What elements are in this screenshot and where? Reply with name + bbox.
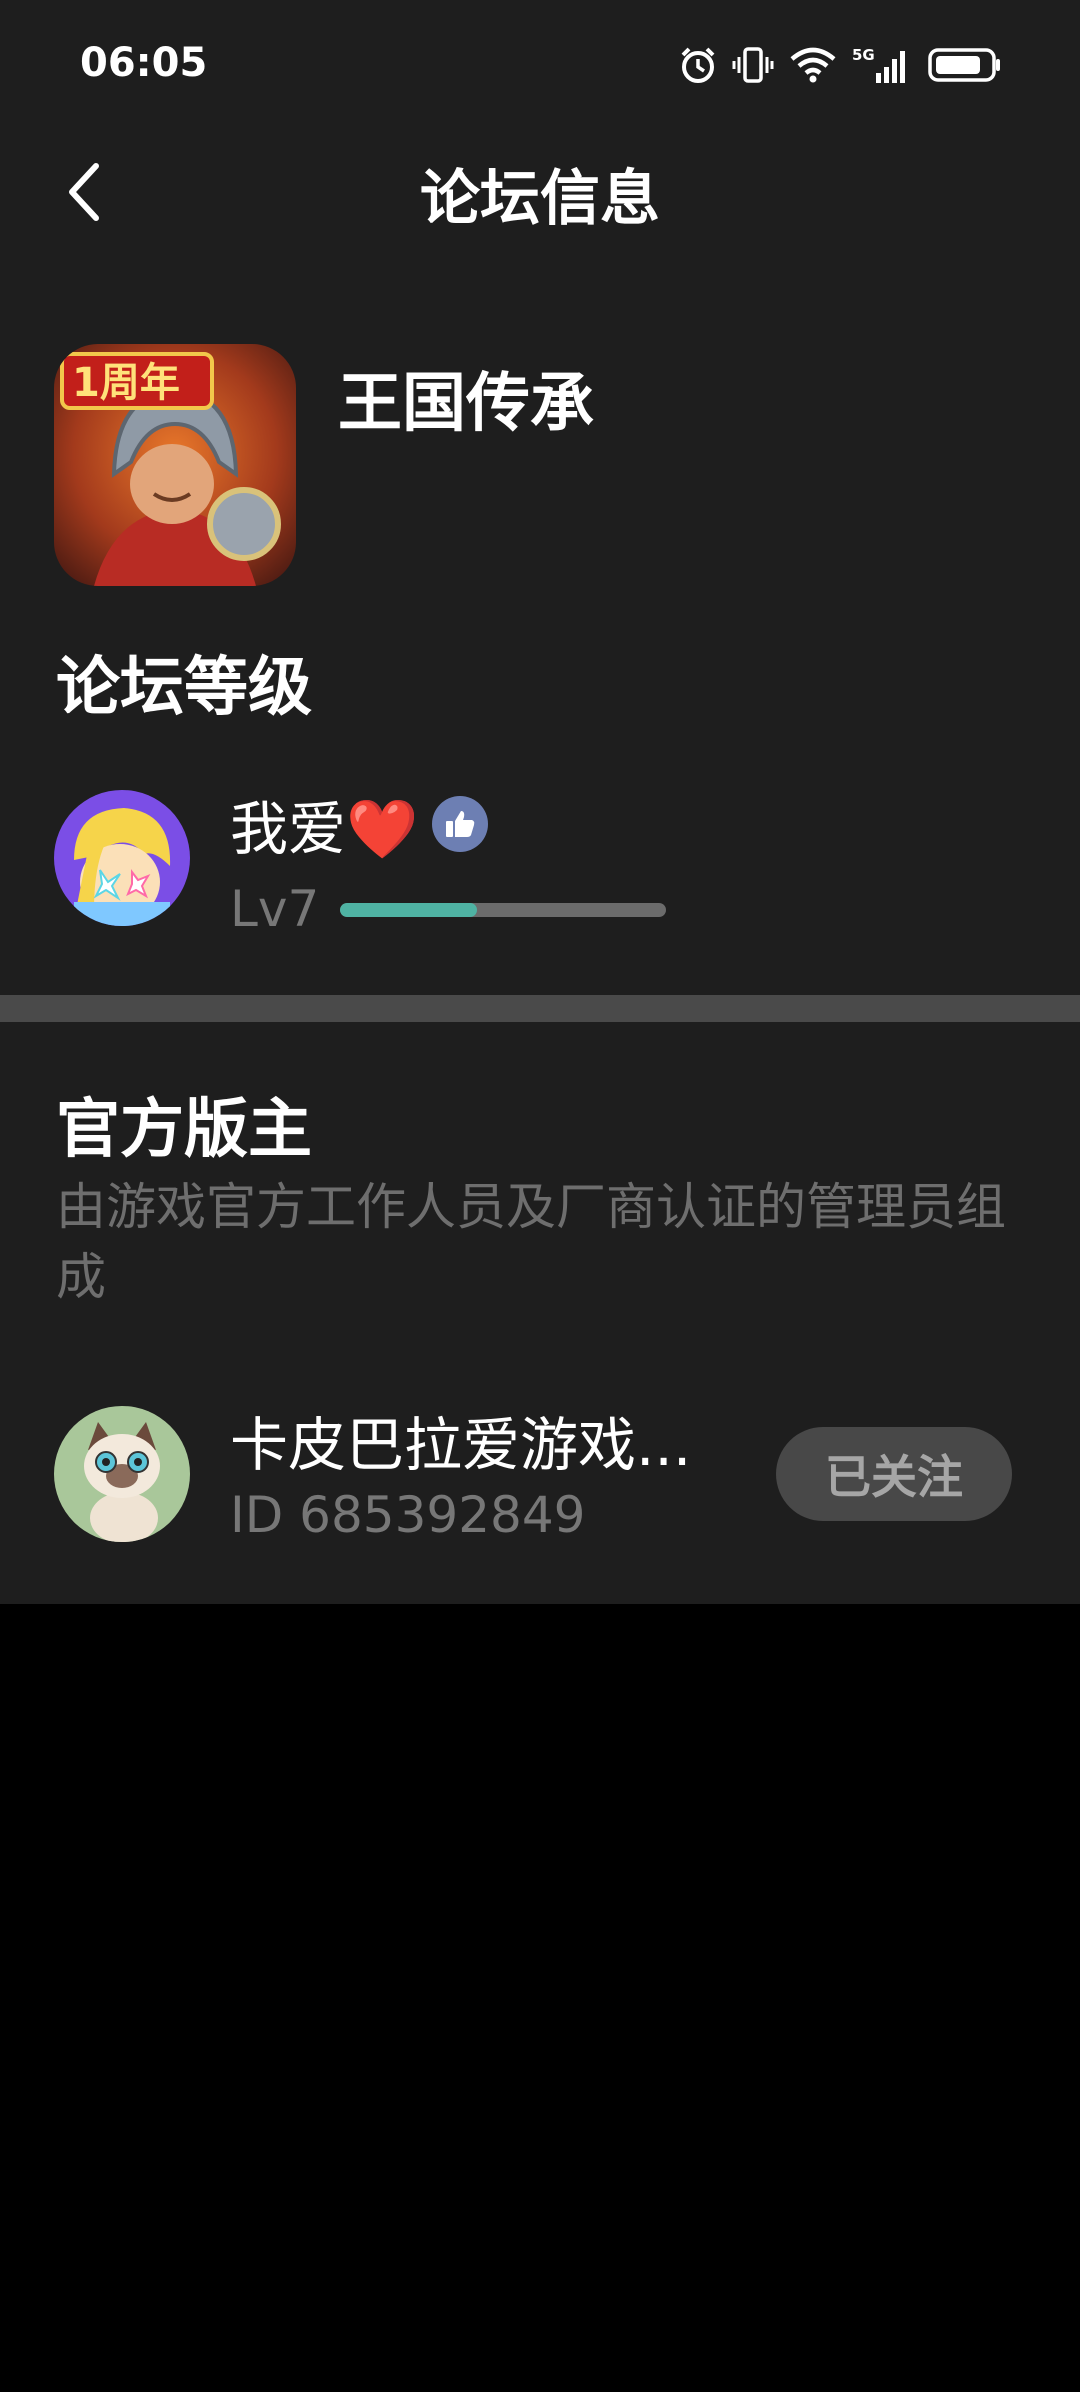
forum-icon-badge: 1周年 — [72, 360, 180, 406]
status-time: 06:05 — [80, 40, 208, 86]
user-level: Lv7 — [230, 880, 320, 938]
forum-info-panel: 06:05 5G 论坛信息 1周年 王国传承 论坛等级 我爱❤️ Lv7 — [0, 0, 1080, 995]
moderator-name: 卡皮巴拉爱游戏... — [230, 1411, 692, 1479]
page-title: 论坛信息 — [420, 164, 660, 234]
user-name-row: 我爱❤️ — [230, 782, 489, 866]
forum-game-icon: 1周年 — [54, 344, 296, 586]
alarm-icon — [681, 47, 715, 83]
moderator-avatar[interactable] — [54, 1406, 190, 1542]
moderators-title: 官方版主 — [56, 1093, 312, 1167]
user-avatar[interactable] — [54, 790, 190, 926]
section-divider — [0, 995, 1080, 1022]
forum-level-title: 论坛等级 — [56, 651, 312, 725]
thumbs-up-icon — [432, 796, 489, 852]
user-name: 我爱❤️ — [230, 795, 419, 863]
forum-name: 王国传承 — [338, 367, 594, 441]
moderator-id: ID 685392849 — [230, 1486, 586, 1544]
level-progress-bar — [340, 903, 666, 917]
svg-text:5G: 5G — [852, 46, 875, 64]
battery-icon — [928, 48, 1000, 82]
status-icons: 5G — [678, 40, 1002, 90]
level-progress-fill — [340, 903, 477, 917]
moderators-description: 由游戏官方工作人员及厂商认证的管理员组成 — [56, 1178, 1006, 1306]
wifi-icon — [790, 47, 836, 83]
follow-button[interactable]: 已关注 — [776, 1427, 1012, 1521]
cellular-5g-icon: 5G — [852, 46, 905, 83]
vibrate-icon — [732, 47, 774, 83]
